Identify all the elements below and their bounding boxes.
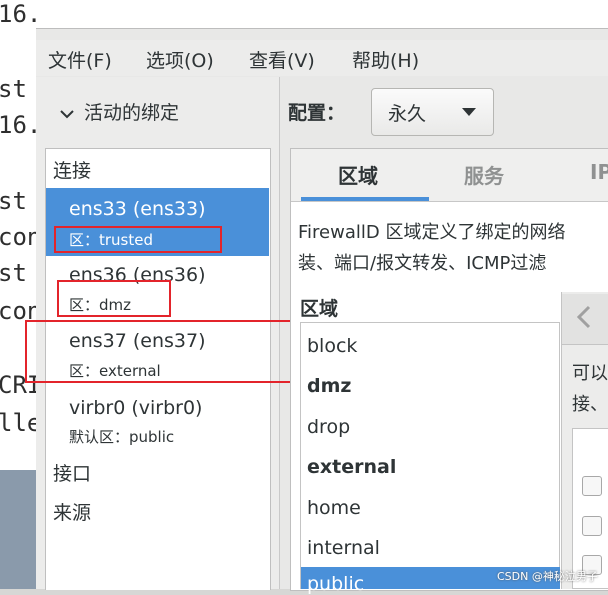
- sources-label[interactable]: 来源: [53, 498, 91, 525]
- terminal-line: lle: [0, 409, 36, 437]
- annotation-box: [54, 226, 222, 253]
- service-checkbox[interactable]: [582, 476, 602, 496]
- active-tab-indicator: [301, 197, 429, 201]
- connection-name[interactable]: ens33 (ens33): [69, 198, 205, 220]
- zones-header: 区域: [300, 298, 339, 320]
- zone-item[interactable]: dmz: [307, 375, 351, 397]
- terminal-line: con: [0, 223, 36, 251]
- active-bindings-label: 活动的绑定: [84, 102, 180, 124]
- terminal-line: st: [0, 259, 27, 287]
- menu-bar: 文件(F) 选项(O) 查看(V) 帮助(H): [36, 40, 608, 76]
- annotation-box: [57, 280, 171, 317]
- watermark: CSDN @神秘泣男子: [497, 570, 598, 583]
- menu-help[interactable]: 帮助(H): [352, 46, 419, 73]
- zone-details-text: 接、: [572, 394, 608, 415]
- zone-item[interactable]: public: [307, 573, 364, 595]
- service-checkbox[interactable]: [582, 516, 602, 536]
- zone-item[interactable]: home: [307, 497, 361, 519]
- scroll-left-icon[interactable]: [576, 304, 592, 337]
- active-bindings-expander[interactable]: 活动的绑定: [60, 98, 179, 125]
- background-terminal: 16. st 16. st con st con CRI lle: [0, 0, 36, 470]
- zones-description: FirewallD 区域定义了绑定的网络: [298, 222, 566, 243]
- configuration-label: 配置：: [288, 102, 346, 124]
- connection-zone: 默认区：public: [69, 428, 175, 446]
- chevron-left-icon: [576, 305, 591, 329]
- connection-name[interactable]: virbr0 (virbr0): [69, 397, 202, 419]
- zone-item[interactable]: external: [307, 456, 396, 478]
- menu-options[interactable]: 选项(O): [146, 46, 214, 73]
- zone-item[interactable]: internal: [307, 537, 380, 559]
- tab-ip[interactable]: IP: [590, 160, 608, 184]
- chevron-down-icon: [60, 109, 74, 118]
- annotation-box: [25, 320, 301, 383]
- terminal-line: st: [0, 187, 27, 215]
- interfaces-label[interactable]: 接口: [53, 459, 91, 486]
- desktop-background: [0, 470, 36, 589]
- zone-item[interactable]: block: [307, 335, 357, 357]
- tab-services[interactable]: 服务: [464, 160, 504, 189]
- menu-file[interactable]: 文件(F): [48, 46, 112, 73]
- terminal-line: 16.: [0, 0, 36, 28]
- dropdown-arrow-icon: [462, 108, 476, 116]
- zone-item[interactable]: drop: [307, 416, 350, 438]
- connections-label[interactable]: 连接: [53, 156, 91, 183]
- zone-details-text: 可以: [572, 363, 608, 384]
- zones-description: 装、端口/报文转发、ICMP过滤: [298, 253, 547, 274]
- terminal-line: 16.: [0, 111, 36, 139]
- window-titlebar: [36, 0, 608, 29]
- terminal-line: st: [0, 75, 27, 103]
- tab-zones[interactable]: 区域: [338, 160, 378, 189]
- configuration-value: 永久: [388, 103, 427, 125]
- menu-view[interactable]: 查看(V): [249, 46, 315, 73]
